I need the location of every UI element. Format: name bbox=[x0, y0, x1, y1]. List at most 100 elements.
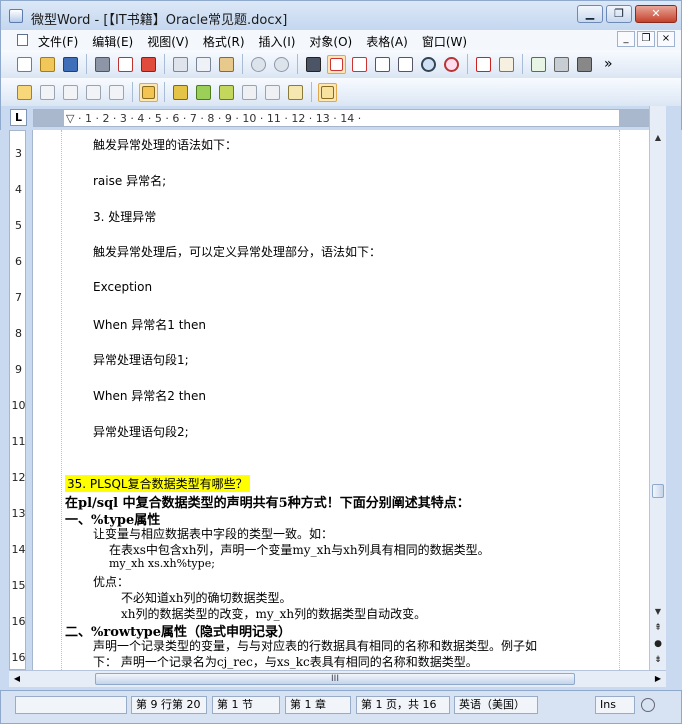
accept-all-icon[interactable] bbox=[194, 83, 213, 102]
toolbar-separator bbox=[311, 82, 312, 102]
status-spacer bbox=[543, 696, 591, 714]
toolbar-overflow-button[interactable]: » bbox=[604, 56, 613, 72]
vruler-number: 7 bbox=[15, 291, 22, 304]
document-canvas[interactable]: 触发异常处理的语法如下： raise 异常名; 3. 处理异常 触发异常处理后，… bbox=[32, 130, 649, 670]
cut-icon[interactable] bbox=[171, 55, 190, 74]
status-insert-mode[interactable]: Ins bbox=[595, 696, 635, 714]
horizontal-scroll-thumb[interactable]: III bbox=[95, 673, 575, 685]
actual-size-icon[interactable] bbox=[327, 54, 346, 74]
status-chapter: 第 1 章 bbox=[285, 696, 351, 714]
menu-bar: 文件(F) 编辑(E) 视图(V) 格式(R) 插入(I) 对象(O) 表格(A… bbox=[0, 30, 682, 50]
prev-note-icon[interactable] bbox=[84, 83, 103, 102]
minimize-button[interactable]: ▁ bbox=[577, 5, 603, 23]
reject-all-icon[interactable] bbox=[240, 83, 259, 102]
vruler-number: 13 bbox=[11, 507, 26, 520]
left-margin-shade bbox=[34, 110, 64, 126]
track-changes-icon[interactable] bbox=[263, 83, 282, 102]
close-button[interactable]: ✕ bbox=[635, 5, 677, 23]
edit-note-icon[interactable] bbox=[38, 83, 57, 102]
doc-paragraph: 下： 声明一个记录名为cj_rec，与xs_kc表具有相同的名称和数据类型。 bbox=[93, 655, 478, 669]
document-icon bbox=[17, 34, 28, 46]
ruler-ticks: ▽ · 1 · 2 · 3 · 4 · 5 · 6 · 7 · 8 · 9 · … bbox=[66, 112, 362, 125]
copy-icon[interactable] bbox=[194, 55, 213, 74]
toolbar-separator bbox=[164, 82, 165, 102]
highlighted-question: 35. PLSQL复合数据类型有哪些？ bbox=[65, 475, 250, 492]
menu-insert[interactable]: 插入(I) bbox=[258, 32, 297, 51]
review-toolbar bbox=[0, 78, 682, 106]
new-document-icon[interactable] bbox=[15, 55, 34, 74]
web-view-icon[interactable] bbox=[373, 55, 392, 74]
scroll-down-button[interactable]: ▼ bbox=[650, 604, 666, 620]
menu-view[interactable]: 视图(V) bbox=[146, 32, 190, 51]
status-blank bbox=[15, 696, 127, 714]
doc-paragraph: raise 异常名; bbox=[93, 174, 167, 188]
chart-icon[interactable] bbox=[552, 55, 571, 74]
standard-toolbar: » bbox=[0, 50, 682, 78]
print-preview-icon[interactable] bbox=[116, 55, 135, 74]
vruler-number: 3 bbox=[15, 147, 22, 160]
menu-window[interactable]: 窗口(W) bbox=[421, 32, 468, 51]
print-icon[interactable] bbox=[93, 55, 112, 74]
outline-view-icon[interactable] bbox=[396, 55, 415, 74]
vruler-number: 16 bbox=[11, 651, 26, 664]
doc-paragraph: 在表xs中包含xh列，声明一个变量my_xh与xh列具有相同的数据类型。 bbox=[109, 543, 490, 557]
zoom-percent-icon[interactable] bbox=[442, 55, 461, 74]
doc-paragraph: 触发异常处理的语法如下： bbox=[93, 138, 238, 152]
review-panel-icon[interactable] bbox=[286, 83, 305, 102]
style-icon[interactable] bbox=[497, 55, 516, 74]
select-browse-object-button[interactable]: ● bbox=[650, 636, 666, 652]
status-bar: 第 9 行第 20 第 1 节 第 1 章 第 1 页，共 16 英语（美国） … bbox=[0, 690, 682, 724]
save-icon[interactable] bbox=[61, 55, 80, 74]
spellcheck-icon[interactable] bbox=[529, 55, 548, 74]
scroll-up-button[interactable]: ▲ bbox=[650, 130, 666, 146]
page-view-icon[interactable] bbox=[350, 55, 369, 74]
vertical-scrollbar[interactable]: ▲ ▼ ⇞ ● ⇟ bbox=[649, 106, 666, 670]
menu-object[interactable]: 对象(O) bbox=[308, 32, 353, 51]
compare-icon[interactable] bbox=[318, 82, 337, 102]
toolbar-separator bbox=[522, 54, 523, 74]
horizontal-scrollbar[interactable]: ◀ III ▶ bbox=[9, 670, 666, 687]
menu-edit[interactable]: 编辑(E) bbox=[91, 32, 134, 51]
toolbar-separator bbox=[467, 54, 468, 74]
redo-icon[interactable] bbox=[272, 55, 291, 74]
menu-file[interactable]: 文件(F) bbox=[37, 32, 79, 51]
zoom-icon[interactable] bbox=[419, 55, 438, 74]
next-note-icon[interactable] bbox=[107, 83, 126, 102]
doc-paragraph: 优点： bbox=[93, 575, 130, 589]
restore-button[interactable]: ❐ bbox=[606, 5, 632, 23]
vertical-scroll-thumb[interactable] bbox=[652, 484, 664, 498]
doc-minimize-button[interactable]: _ bbox=[617, 31, 635, 47]
doc-restore-button[interactable]: ❐ bbox=[637, 31, 655, 47]
zoom-control-icon[interactable] bbox=[641, 698, 655, 712]
next-page-button[interactable]: ⇟ bbox=[650, 652, 666, 668]
toolbar-separator bbox=[132, 82, 133, 102]
doc-paragraph: 让变量与相应数据表中字段的类型一致。如： bbox=[93, 527, 334, 541]
font-color-icon[interactable] bbox=[474, 55, 493, 74]
undo-icon[interactable] bbox=[249, 55, 268, 74]
paste-icon[interactable] bbox=[217, 55, 236, 74]
scroll-left-button[interactable]: ◀ bbox=[9, 671, 25, 687]
previous-page-button[interactable]: ⇞ bbox=[650, 620, 666, 636]
insert-note-icon[interactable] bbox=[15, 83, 34, 102]
accept-change-icon[interactable] bbox=[171, 83, 190, 102]
menu-table[interactable]: 表格(A) bbox=[365, 32, 409, 51]
delete-note-icon[interactable] bbox=[61, 83, 80, 102]
reject-change-icon[interactable] bbox=[217, 83, 236, 102]
status-row-col: 第 9 行第 20 bbox=[131, 696, 207, 714]
doc-close-button[interactable]: × bbox=[657, 31, 675, 47]
open-folder-icon[interactable] bbox=[38, 55, 57, 74]
find-icon[interactable] bbox=[304, 55, 323, 74]
toolbar-separator bbox=[242, 54, 243, 74]
doc-paragraph: 不必知道xh列的确切数据类型。 bbox=[121, 591, 292, 605]
menu-format[interactable]: 格式(R) bbox=[202, 32, 246, 51]
note-panel-icon[interactable] bbox=[139, 82, 158, 102]
grayscale-icon[interactable] bbox=[575, 55, 594, 74]
scroll-right-button[interactable]: ▶ bbox=[650, 671, 666, 687]
doc-paragraph: When 异常名2 then bbox=[93, 389, 207, 403]
toolbar-separator bbox=[297, 54, 298, 74]
pdf-icon[interactable] bbox=[139, 55, 158, 74]
doc-paragraph: 触发异常处理后，可以定义异常处理部分，语法如下： bbox=[93, 245, 382, 259]
tab-selector[interactable]: L bbox=[10, 109, 27, 126]
horizontal-ruler[interactable]: ▽ · 1 · 2 · 3 · 4 · 5 · 6 · 7 · 8 · 9 · … bbox=[33, 109, 650, 127]
text-boundary-left bbox=[61, 130, 62, 670]
